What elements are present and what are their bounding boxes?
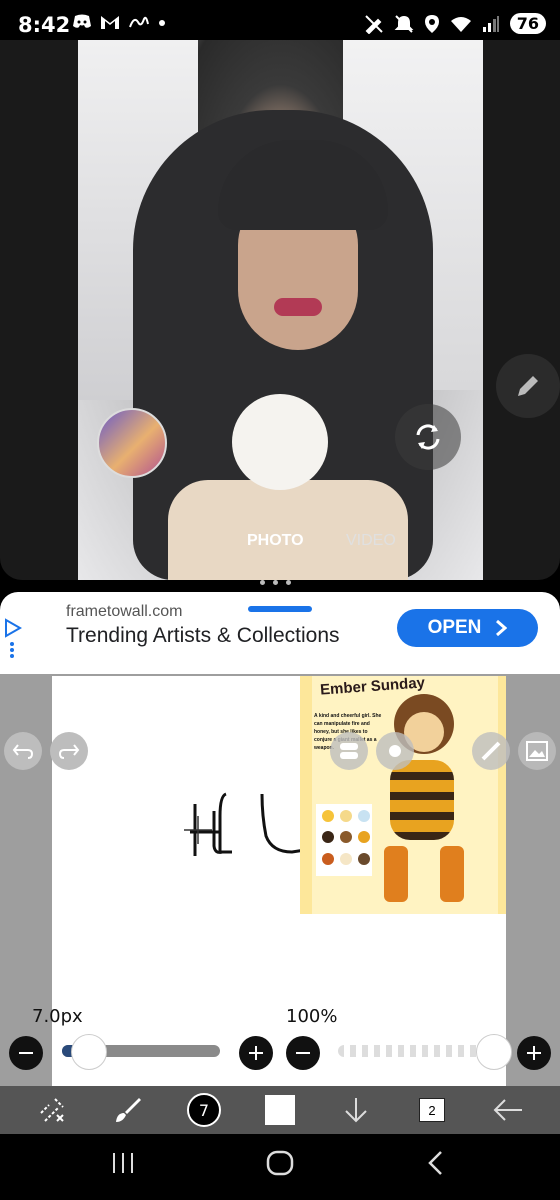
shutter-button[interactable] — [232, 394, 328, 490]
wifi-icon — [450, 16, 471, 32]
opacity-label: 100% — [286, 1006, 338, 1027]
brush-tool-button[interactable] — [98, 1086, 158, 1134]
ad-open-label: OPEN — [427, 617, 482, 638]
layers-button[interactable]: 2 — [402, 1086, 462, 1134]
notification-icons — [72, 14, 166, 30]
undo-button[interactable] — [4, 732, 42, 770]
character-boot — [384, 846, 408, 902]
ad-open-button[interactable]: OPEN — [397, 609, 538, 647]
plus-icon — [527, 1046, 541, 1060]
opacity-knob[interactable] — [476, 1034, 512, 1070]
color-button[interactable] — [250, 1086, 310, 1134]
redo-button[interactable] — [50, 732, 88, 770]
gmail-icon — [101, 16, 119, 29]
brush-icon — [116, 1098, 141, 1122]
recent-apps-icon[interactable] — [110, 1148, 136, 1178]
minus-icon — [296, 1052, 310, 1054]
ad-banner[interactable]: frametowall.com Trending Artists & Colle… — [0, 592, 560, 674]
location-icon — [424, 14, 439, 33]
redo-icon — [58, 744, 80, 759]
current-color-swatch — [265, 1095, 295, 1125]
system-icons: 76 — [364, 13, 546, 34]
bottom-toolbar: 7 2 — [0, 1086, 560, 1134]
toggle-icon — [340, 743, 358, 759]
back-nav-icon[interactable] — [425, 1148, 445, 1178]
transform-icon — [40, 1098, 64, 1122]
ad-headline[interactable]: Trending Artists & Collections — [66, 624, 340, 648]
status-time: 8:42 — [18, 13, 71, 37]
battery-level: 76 — [509, 13, 546, 34]
signal-icon — [482, 15, 499, 32]
mute-icon — [394, 14, 414, 33]
chevron-right-icon — [496, 619, 508, 637]
ad-indicator — [248, 606, 312, 612]
save-layer-button[interactable] — [326, 1086, 386, 1134]
image-icon — [526, 741, 548, 761]
edge-panel-pen-button[interactable] — [496, 354, 560, 418]
hand-icon — [389, 745, 401, 757]
opacity-increase[interactable] — [517, 1036, 551, 1070]
minus-icon — [19, 1052, 33, 1054]
preview-lips — [274, 298, 322, 316]
character-body — [390, 760, 454, 840]
brush-size-decrease[interactable] — [9, 1036, 43, 1070]
toggle-button[interactable] — [330, 732, 368, 770]
ruler-icon — [481, 741, 501, 761]
home-icon[interactable] — [265, 1148, 295, 1178]
gallery-thumbnail[interactable] — [97, 408, 167, 478]
brush-size-knob[interactable] — [71, 1034, 107, 1070]
back-button[interactable] — [478, 1086, 538, 1134]
brush-selector-button[interactable]: 7 — [174, 1086, 234, 1134]
undo-icon — [12, 744, 34, 759]
discord-icon — [73, 14, 91, 28]
brush-size-increase[interactable] — [239, 1036, 273, 1070]
image-button[interactable] — [518, 732, 556, 770]
brush-size-label: 7.0px — [32, 1006, 83, 1027]
tool-button[interactable] — [376, 732, 414, 770]
layer-count: 2 — [419, 1098, 445, 1122]
preview-shirt — [168, 480, 408, 580]
system-navbar — [0, 1134, 560, 1200]
camera-preview[interactable] — [78, 40, 483, 580]
reference-image[interactable]: Ember Sunday A kind and cheerful girl. S… — [300, 676, 506, 914]
plus-icon — [249, 1046, 263, 1060]
brush-count: 7 — [187, 1093, 221, 1127]
drawing-app: Ember Sunday A kind and cheerful girl. S… — [0, 674, 560, 1132]
arrow-down-icon — [345, 1098, 367, 1123]
ruler-button[interactable] — [472, 732, 510, 770]
character-boot — [440, 846, 464, 902]
mode-video[interactable]: VIDEO — [346, 532, 396, 550]
reference-swatches — [316, 804, 372, 876]
split-screen-handle[interactable] — [260, 580, 291, 585]
more-notifications-icon — [159, 20, 165, 26]
opacity-decrease[interactable] — [286, 1036, 320, 1070]
switch-camera-icon — [416, 424, 440, 450]
pencil-icon — [518, 376, 538, 396]
ad-domain: frametowall.com — [66, 603, 183, 620]
arrow-left-icon — [493, 1099, 522, 1121]
pen-off-icon — [365, 14, 383, 34]
opacity-slider[interactable] — [338, 1045, 494, 1057]
adchoices-icon[interactable] — [4, 618, 22, 658]
switch-camera-button[interactable] — [395, 404, 461, 470]
app-icon — [129, 16, 149, 28]
mode-photo[interactable]: PHOTO — [247, 532, 304, 550]
transform-button[interactable] — [22, 1086, 82, 1134]
